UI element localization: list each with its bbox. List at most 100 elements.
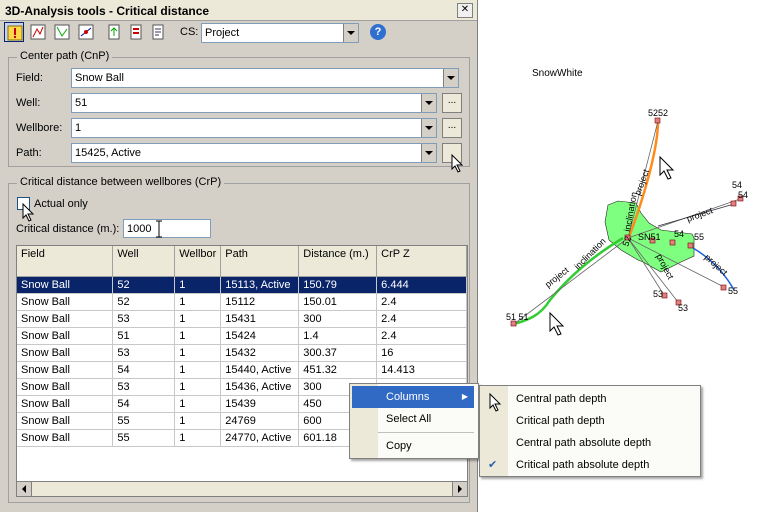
table-cell: 15431: [220, 310, 300, 328]
label-54-right: 54: [732, 180, 742, 190]
help-icon[interactable]: ?: [370, 24, 386, 40]
close-icon: ✕: [460, 4, 470, 15]
submenu-item[interactable]: Central path absolute depth: [482, 432, 696, 454]
label-project-4: project: [703, 252, 730, 278]
label-node-54: 54: [674, 229, 684, 239]
table-cell: 14.413: [376, 361, 467, 379]
gray-path-6: [513, 237, 629, 325]
results-table[interactable]: Field Well Wellbor Path Distance (m.) CrP Z S…: [16, 245, 468, 497]
label-51: 51 51: [506, 312, 529, 322]
label-project-3: project: [685, 205, 714, 224]
submenu-item[interactable]: Central path depth: [482, 388, 696, 410]
menu-item-select-all[interactable]: Select All: [352, 408, 474, 430]
table-cell: 52: [112, 293, 176, 311]
table-row[interactable]: Snow Ball 53 1 15431 300 2.4: [17, 310, 467, 328]
label-55-mid: 55: [694, 232, 704, 242]
field-dropdown[interactable]: Snow Ball: [71, 68, 459, 88]
menu-item-select-all-label: Select All: [386, 413, 432, 425]
path-value: 15425, Active: [75, 147, 142, 159]
table-cell: 51: [112, 327, 176, 345]
wellbore-dropdown[interactable]: 1: [71, 118, 437, 138]
submenu-item-label: Central path depth: [516, 393, 607, 405]
center-path-legend: Center path (CnP): [17, 50, 113, 62]
table-cell: 15432: [220, 344, 300, 362]
submenu-arrow-icon: ▶: [461, 392, 468, 401]
critical-distance-tool-button[interactable]: [4, 22, 24, 42]
table-row[interactable]: Snow Ball 53 1 15432 300.37 16: [17, 344, 467, 362]
label-52: 5252: [648, 108, 668, 118]
wellbore-browse-button[interactable]: ...: [442, 118, 462, 138]
menu-item-columns[interactable]: Columns ▶: [352, 386, 474, 408]
table-cell: Snow Ball: [17, 412, 114, 430]
close-button[interactable]: ✕: [457, 3, 473, 18]
table-cell: 15440, Active: [220, 361, 300, 379]
trajectory-tool-button[interactable]: [52, 22, 72, 42]
table-row[interactable]: Snow Ball 54 1 15440, Active 451.32 14.413: [17, 361, 467, 379]
table-cell: Snow Ball: [17, 310, 114, 328]
well-browse-button[interactable]: ...: [442, 93, 462, 113]
table-cell: 54: [112, 395, 176, 413]
window-title: 3D-Analysis tools - Critical distance: [5, 4, 210, 18]
table-cell: 150.01: [298, 293, 378, 311]
critical-distance-input[interactable]: 1000: [123, 219, 211, 238]
table-cell: 24769: [220, 412, 300, 430]
wells-tool-button[interactable]: [28, 22, 48, 42]
table-cell: Snow Ball: [17, 344, 114, 362]
table-cell: 1: [174, 293, 222, 311]
path-dropdown[interactable]: 15425, Active: [71, 143, 437, 163]
submenu-item[interactable]: Critical path absolute depth ✔: [482, 454, 696, 476]
table-row[interactable]: Snow Ball 52 1 15112 150.01 2.4: [17, 293, 467, 311]
chevron-down-icon: [421, 94, 436, 112]
column-header[interactable]: Wellbor: [174, 246, 222, 277]
table-cell: 1: [174, 344, 222, 362]
actual-only-label: Actual only: [34, 198, 88, 210]
table-cell: 1: [174, 327, 222, 345]
warning-icon: [7, 25, 23, 41]
arrow-right-icon: [458, 485, 462, 493]
scroll-left-button[interactable]: [17, 482, 32, 496]
table-cell: 54: [112, 361, 176, 379]
table-cell: 1: [174, 429, 222, 447]
well-dropdown[interactable]: 51: [71, 93, 437, 113]
field-label: Field:: [16, 72, 43, 84]
table-row[interactable]: Snow Ball 52 1 15113, Active 150.79 6.444: [17, 276, 467, 294]
depth-chart-icon: [78, 24, 94, 40]
table-cell: 1: [174, 310, 222, 328]
table-cell: 15112: [220, 293, 300, 311]
table-cell: Snow Ball: [17, 276, 114, 294]
table-cell: 150.79: [298, 276, 378, 294]
column-header[interactable]: CrP Z: [376, 246, 467, 277]
export-button[interactable]: [104, 22, 124, 42]
submenu-item-label: Critical path depth: [516, 415, 605, 427]
submenu-item[interactable]: Critical path depth: [482, 410, 696, 432]
table-cell: 15436, Active: [220, 378, 300, 396]
menu-item-copy[interactable]: Copy: [352, 435, 474, 457]
column-header[interactable]: Path: [220, 246, 300, 277]
label-inclination-1: inclination: [572, 236, 607, 271]
notes-button[interactable]: [148, 22, 168, 42]
depth-tool-button[interactable]: [76, 22, 96, 42]
cs-value: Project: [205, 27, 240, 39]
column-header[interactable]: Well: [112, 246, 176, 277]
table-cell: 300.37: [298, 344, 378, 362]
table-cell: 16: [376, 344, 467, 362]
label-53b: 53: [678, 303, 688, 313]
path-label: Path:: [16, 147, 42, 159]
horizontal-scrollbar[interactable]: [16, 481, 468, 497]
table-cell: 15113, Active: [220, 276, 300, 294]
well-marker-54-mid: [730, 200, 737, 207]
label-sn51: SN51: [638, 232, 661, 242]
checkmark-icon: ✔: [488, 459, 498, 471]
table-cell: 2.4: [376, 327, 467, 345]
table-cell: Snow Ball: [17, 378, 114, 396]
report-button[interactable]: [126, 22, 146, 42]
cs-label: CS:: [180, 26, 199, 38]
table-cell: 6.444: [376, 276, 467, 294]
cs-dropdown[interactable]: Project: [201, 23, 359, 43]
table-cell: 52: [112, 276, 176, 294]
table-row[interactable]: Snow Ball 51 1 15424 1.4 2.4: [17, 327, 467, 345]
scroll-right-button[interactable]: [452, 482, 467, 496]
table-header-row: Field Well Wellbor Path Distance (m.) CrP Z: [17, 246, 467, 277]
column-header[interactable]: Distance (m.): [298, 246, 378, 277]
column-header[interactable]: Field: [17, 246, 114, 277]
